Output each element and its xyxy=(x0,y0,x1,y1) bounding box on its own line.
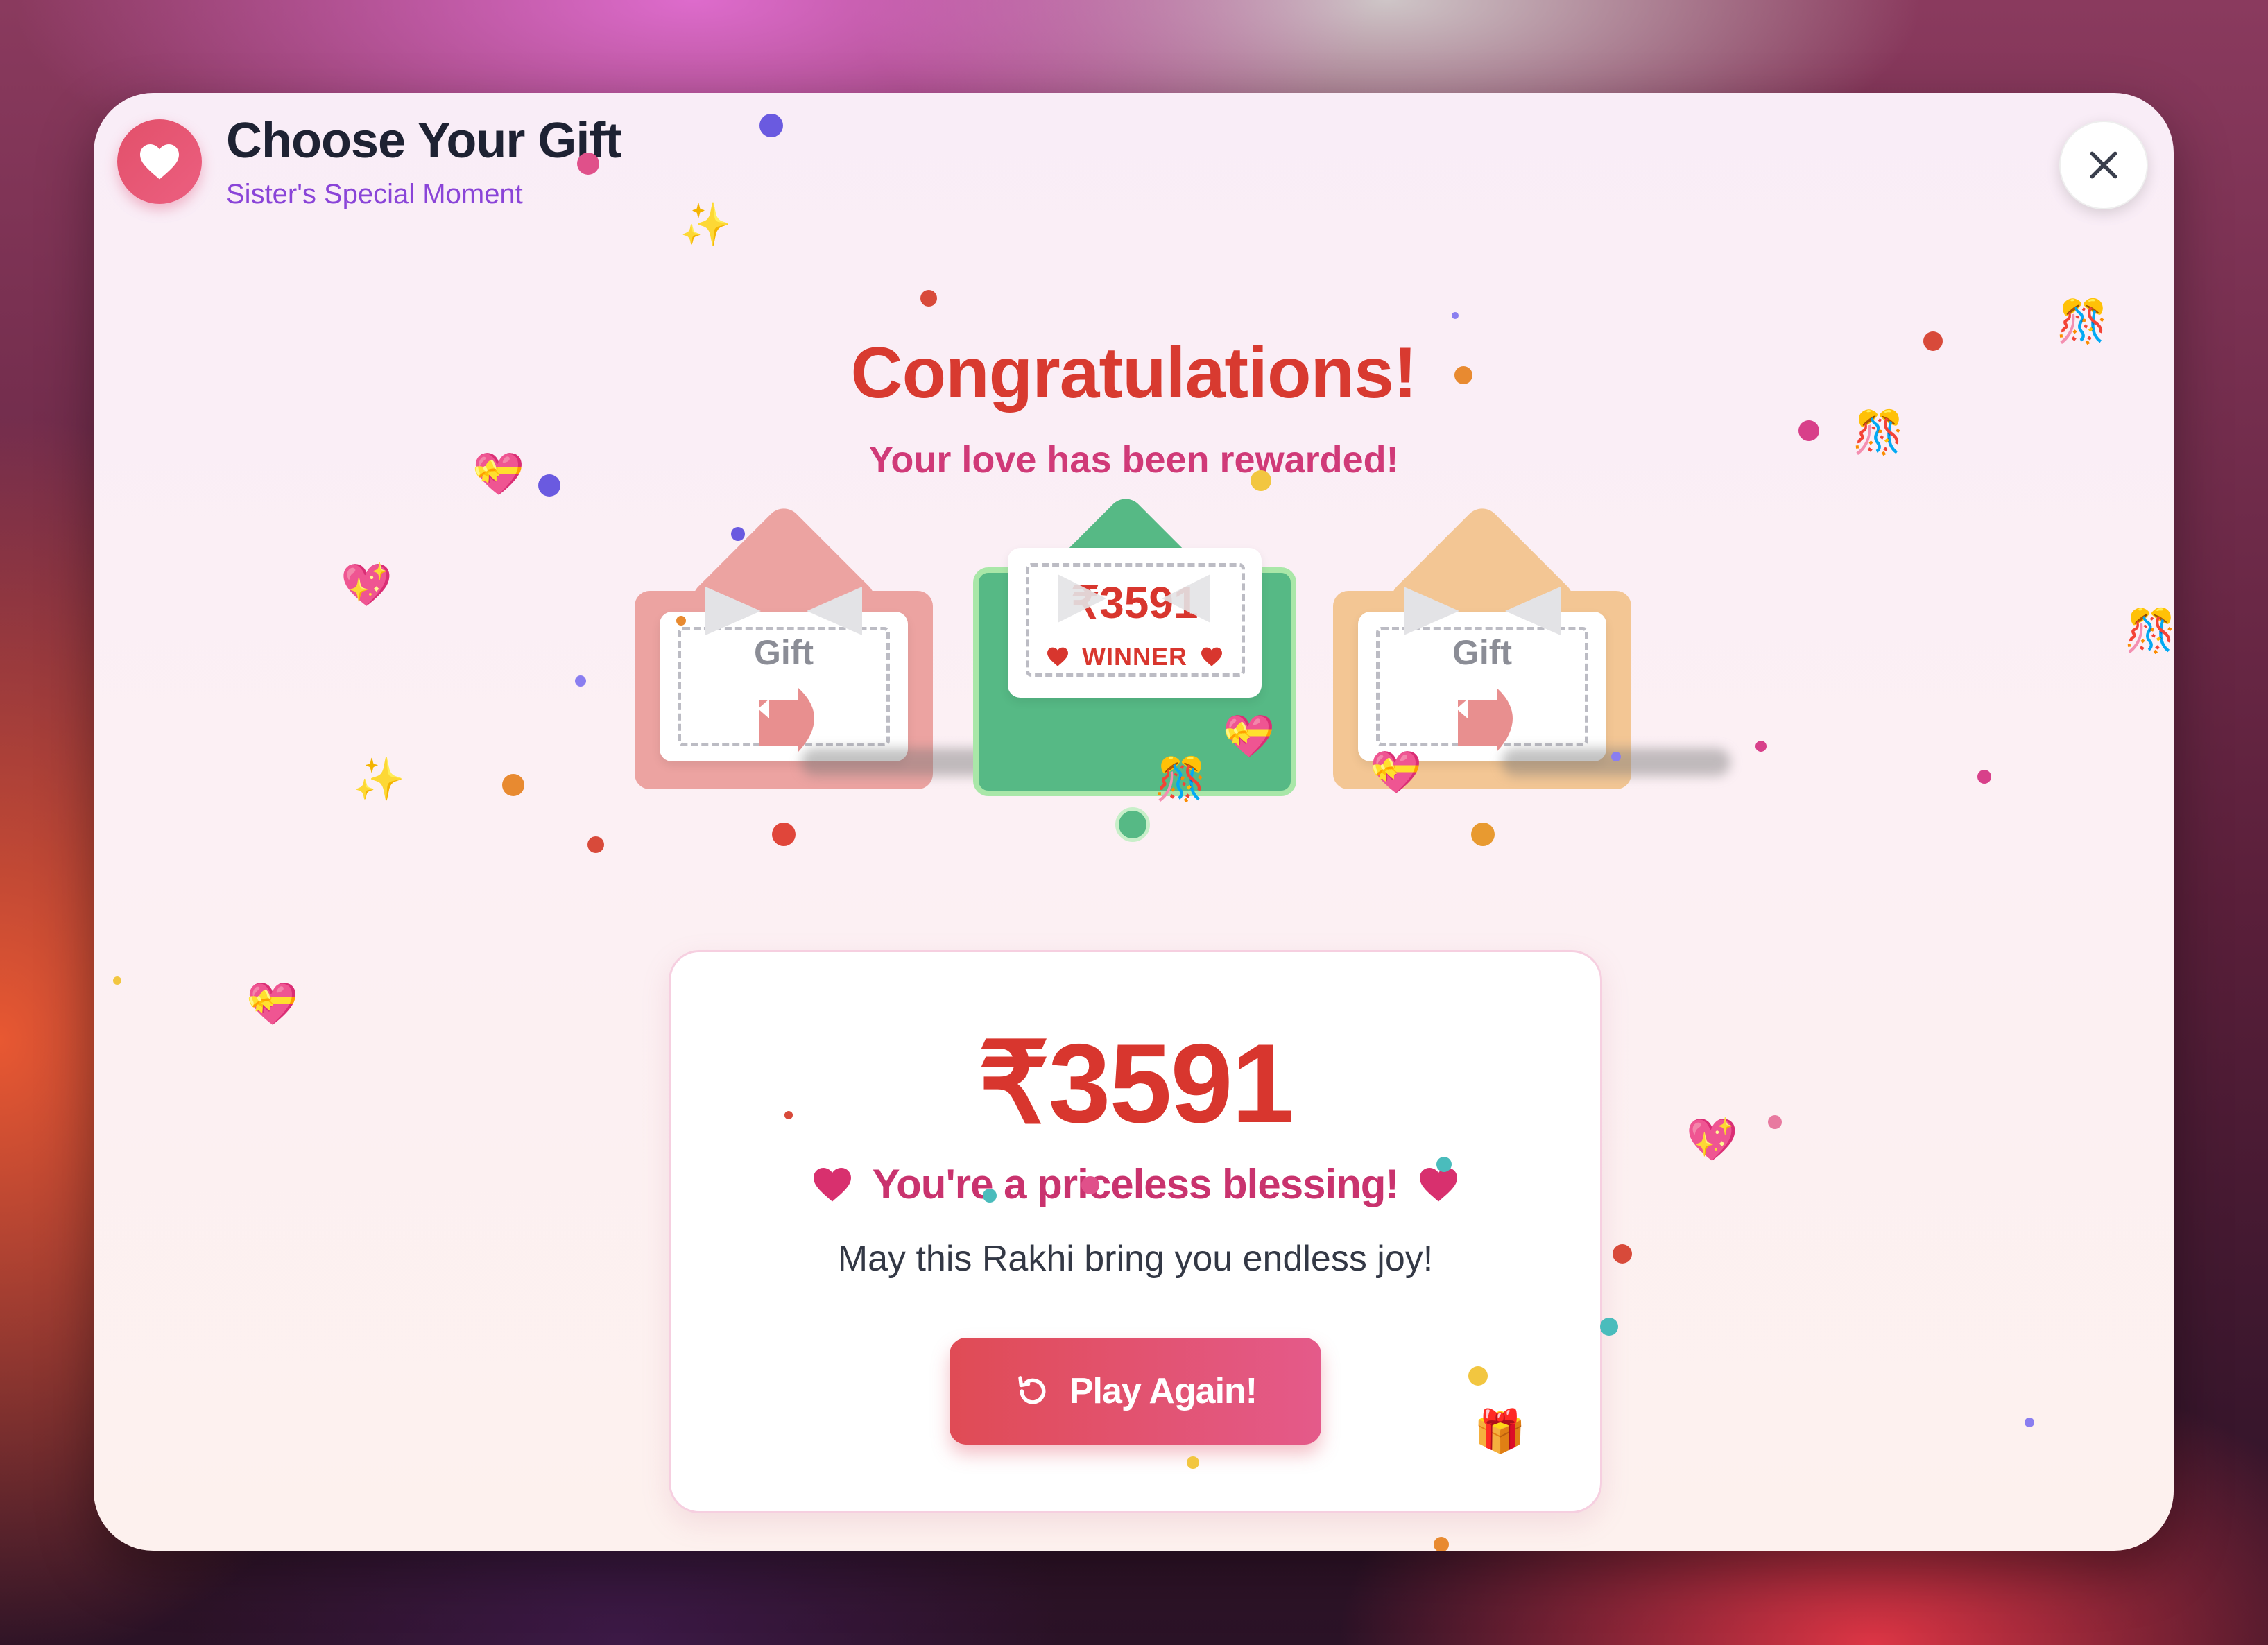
confetti-dot xyxy=(676,616,686,626)
confetti-dot xyxy=(759,114,783,137)
blessing-message: You're a priceless blessing! xyxy=(671,1160,1600,1208)
blessing-text: You're a priceless blessing! xyxy=(872,1161,1400,1207)
confetti-dot xyxy=(1755,741,1767,752)
sparkling-heart-icon: 💖 xyxy=(341,562,393,608)
confetti-dot xyxy=(1471,822,1495,846)
wrapped-gift-icon: 🎁 xyxy=(1474,1408,1526,1454)
close-icon xyxy=(2090,151,2117,179)
bow-icon xyxy=(705,587,862,635)
ribbon-icon xyxy=(1457,688,1513,752)
confetti-ball-icon: 🎊 xyxy=(2124,608,2174,654)
confetti-dot xyxy=(1081,1176,1099,1194)
heart-logo xyxy=(117,119,202,204)
bow-icon xyxy=(1058,574,1210,623)
confetti-dot xyxy=(587,836,604,853)
gift-heart-icon: 💝 xyxy=(246,981,298,1027)
play-again-label: Play Again! xyxy=(1069,1371,1257,1411)
confetti-dot xyxy=(1613,1244,1632,1264)
confetti-dot xyxy=(1251,470,1271,491)
confetti-dot xyxy=(1798,420,1819,441)
result-card: ₹3591 You're a priceless blessing! May t… xyxy=(669,950,1602,1513)
heart-icon xyxy=(140,144,179,180)
confetti-dot xyxy=(1600,1318,1618,1336)
confetti-dot xyxy=(502,774,524,796)
congratulations-heading: Congratulations! xyxy=(850,333,1418,413)
close-button[interactable] xyxy=(2059,121,2148,209)
heart-icon xyxy=(1201,647,1222,666)
page-subtitle: Sister's Special Moment xyxy=(226,179,523,209)
confetti-dot xyxy=(1468,1366,1488,1386)
gift-envelope-left[interactable]: Gift xyxy=(635,501,933,789)
confetti-ball-icon: 🎊 xyxy=(1155,756,1207,802)
confetti-dot xyxy=(1768,1115,1782,1129)
heart-icon xyxy=(1420,1167,1458,1202)
confetti-dot xyxy=(920,290,937,307)
confetti-dot xyxy=(983,1189,997,1203)
sparkles-icon: ✨ xyxy=(353,756,405,802)
confetti-ball-icon: 🎊 xyxy=(1853,409,1905,456)
confetti-dot xyxy=(1454,366,1472,384)
selection-indicator xyxy=(1115,807,1150,842)
prize-amount: ₹3591 xyxy=(978,1021,1294,1146)
gift-modal: Choose Your Gift Sister's Special Moment… xyxy=(94,93,2174,1551)
confetti-dot xyxy=(1434,1537,1449,1551)
play-again-button[interactable]: Play Again! xyxy=(950,1338,1321,1445)
confetti-dot xyxy=(575,675,586,687)
heart-icon xyxy=(813,1167,851,1202)
sparkles-icon: ✨ xyxy=(680,201,732,248)
gift-label: Gift xyxy=(753,633,814,672)
confetti-dot xyxy=(113,976,121,985)
refresh-icon xyxy=(1018,1376,1046,1404)
gift-heart-icon: 💝 xyxy=(472,451,524,497)
confetti-dot xyxy=(1452,312,1459,319)
gift-label: Gift xyxy=(1452,633,1513,672)
sparkling-heart-icon: 💖 xyxy=(1686,1117,1738,1163)
confetti-dot xyxy=(731,527,745,541)
confetti-dot xyxy=(1923,331,1943,351)
confetti-dot xyxy=(577,153,599,175)
ribbon-icon xyxy=(758,688,814,752)
confetti-dot xyxy=(784,1111,793,1119)
confetti-dot xyxy=(1187,1456,1199,1469)
confetti-ball-icon: 🎊 xyxy=(2056,298,2108,345)
confetti-dot xyxy=(2025,1418,2034,1427)
confetti-dot xyxy=(1977,770,1991,784)
heart-icon xyxy=(1047,647,1068,666)
gift-heart-icon: 💝 xyxy=(1223,713,1275,759)
bow-icon xyxy=(1404,587,1561,635)
gift-envelope-right[interactable]: Gift xyxy=(1333,501,1631,789)
page-title: Choose Your Gift xyxy=(226,113,621,169)
winner-badge: WINNER xyxy=(1082,642,1187,671)
confetti-dot xyxy=(1611,752,1621,761)
gift-heart-icon: 💝 xyxy=(1370,749,1422,795)
confetti-dot xyxy=(538,474,560,497)
confetti-dot xyxy=(772,822,796,846)
confetti-dot xyxy=(1436,1157,1452,1172)
rakhi-wish: May this Rakhi bring you endless joy! xyxy=(837,1239,1434,1279)
